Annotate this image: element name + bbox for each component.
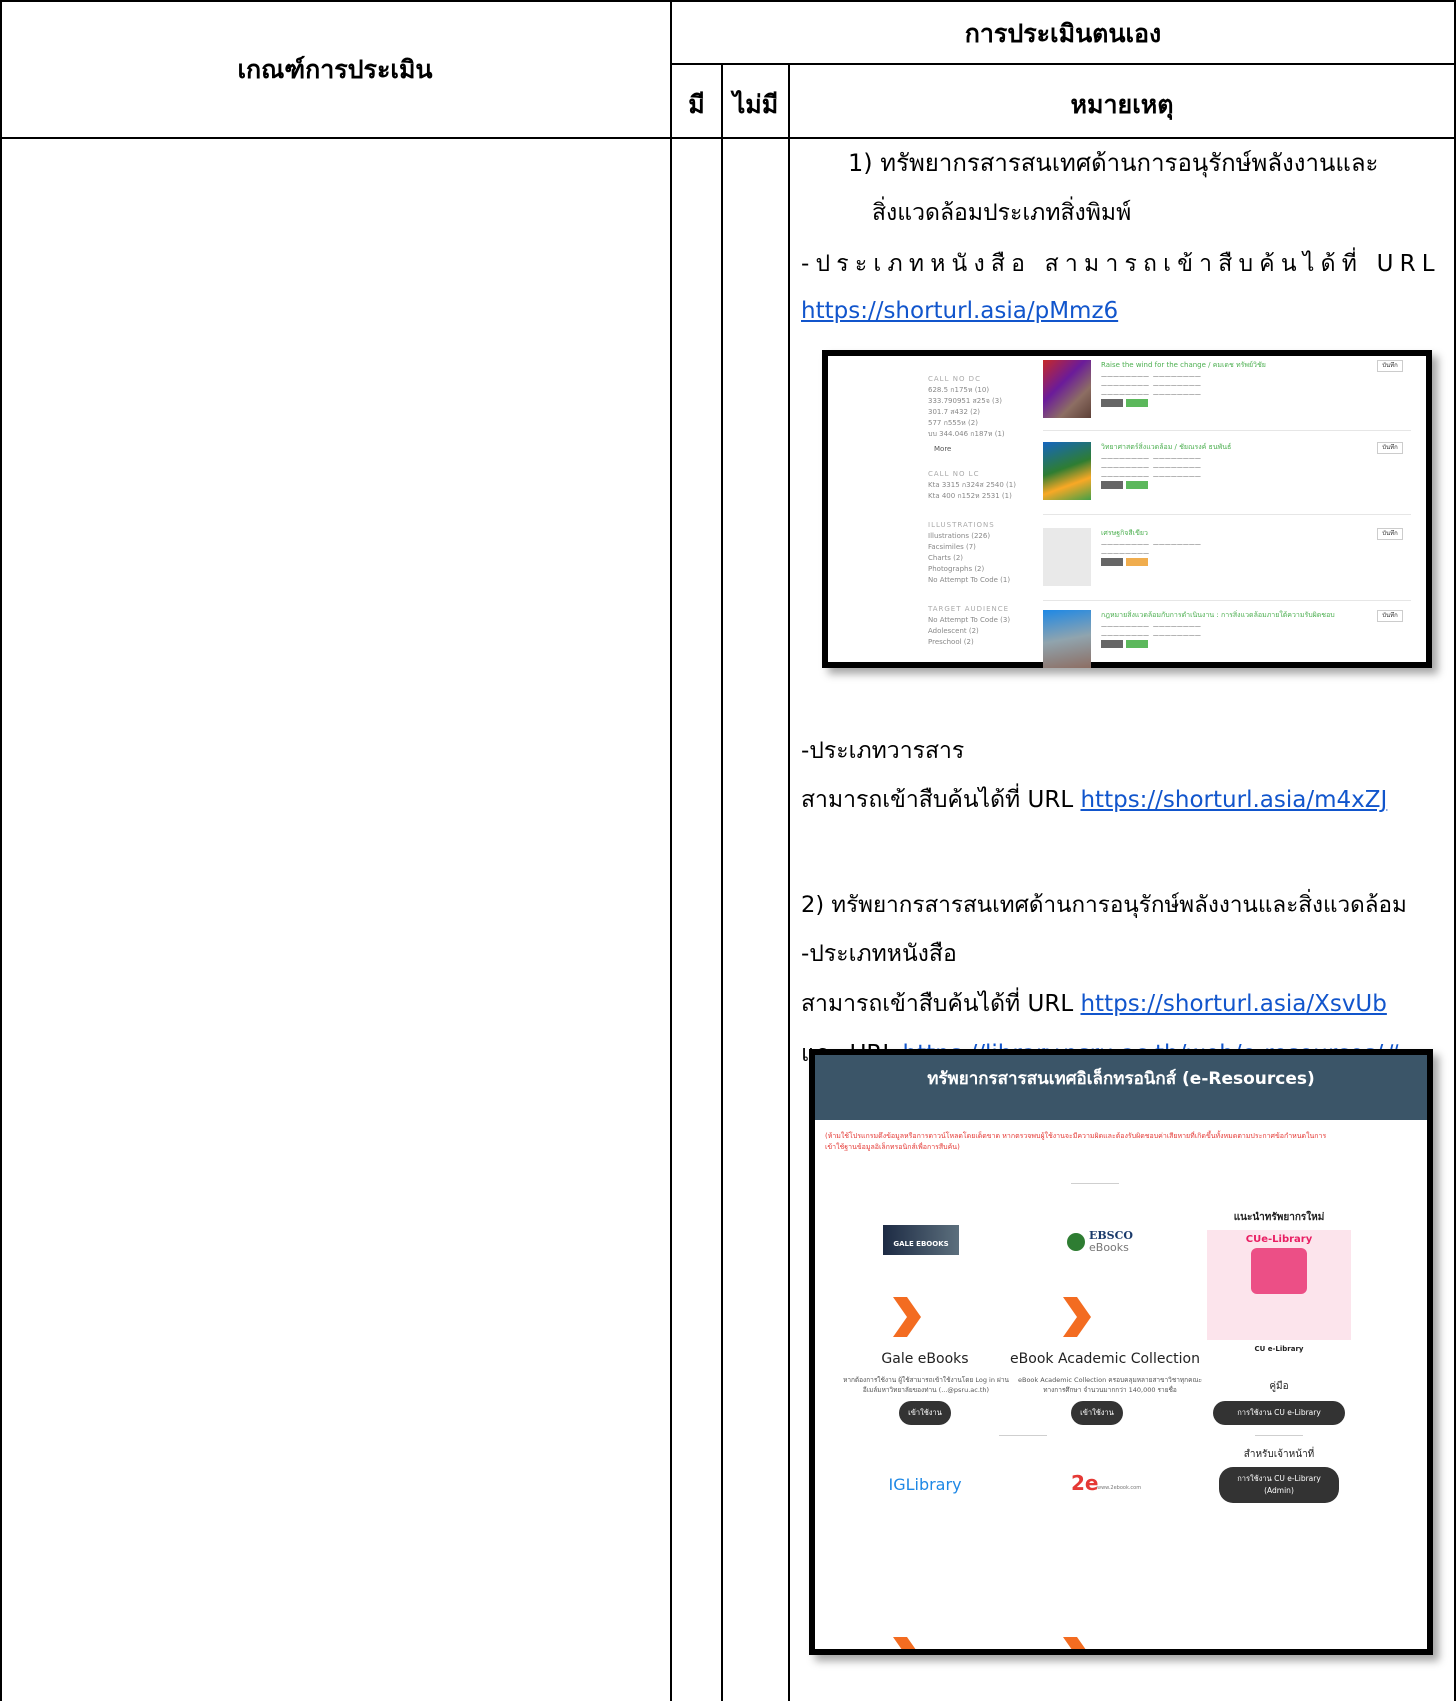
gale-enter-button[interactable]: เข้าใช้งาน <box>899 1401 951 1425</box>
facet-item[interactable]: Facsimiles (7) <box>928 542 1048 553</box>
book-cover[interactable] <box>1043 442 1091 500</box>
result-title[interactable]: Raise the wind for the change / คมเดช ทร… <box>1101 360 1266 371</box>
save-button[interactable]: บันทึก <box>1377 442 1403 454</box>
library-catalog-screenshot: CALL NO DC 628.5 ก175ห (10) 333.790951 ส… <box>822 350 1432 668</box>
chevron-right-icon <box>1063 1637 1086 1649</box>
result-divider <box>1043 514 1411 515</box>
cu-e-library-card[interactable]: CUe-Library <box>1207 1230 1351 1340</box>
header-self-evaluation: การประเมินตนเอง <box>964 19 1162 48</box>
facet-item[interactable]: บบ 344.046 ก187ห (1) <box>928 429 1048 440</box>
item2-url1-link[interactable]: https://shorturl.asia/XsvUb <box>1080 991 1386 1017</box>
chevron-right-icon <box>893 1637 916 1649</box>
section-divider <box>1071 1183 1119 1184</box>
facet-call-no-lc-header: CALL NO LC <box>928 470 980 478</box>
save-button[interactable]: บันทึก <box>1377 360 1403 372</box>
result-divider <box>1043 600 1411 601</box>
facet-item[interactable]: 301.7 ส432 (2) <box>928 407 1048 418</box>
facet-item[interactable]: 628.5 ก175ห (10) <box>928 385 1048 396</box>
facet-item[interactable]: No Attempt To Code (1) <box>928 575 1048 586</box>
result-item[interactable]: วิทยาศาสตร์สิ่งแวดล้อม / ชัยณรงค์ ธนพันธ… <box>1043 442 1403 506</box>
book-cover[interactable] <box>1043 610 1091 668</box>
table-col-divider-1 <box>670 0 672 1701</box>
book-search-text: -ประเภทหนังสือ สามารถเข้าสืบค้นได้ที่ UR… <box>801 251 1441 277</box>
cu-use-button[interactable]: การใช้งาน CU e-Library <box>1213 1401 1345 1425</box>
chevron-right-icon <box>893 1297 921 1337</box>
table-border-left <box>0 0 2 1701</box>
facet-illustrations-header: ILLUSTRATIONS <box>928 521 995 529</box>
facet-item[interactable]: Illustrations (226) <box>928 531 1048 542</box>
result-title[interactable]: เศรษฐกิจสีเขียว <box>1101 528 1148 539</box>
cu-e-library-caption: CU e-Library <box>1254 1345 1304 1353</box>
facet-item[interactable]: Adolescent (2) <box>928 626 1048 637</box>
e-resources-banner: ทรัพยากรสารสนเทศอิเล็กทรอนิกส์ (e-Resour… <box>815 1055 1427 1120</box>
header-not-have: ไม่มี <box>732 90 779 119</box>
ebsco-icon <box>1067 1233 1085 1251</box>
facet-item[interactable]: Charts (2) <box>928 553 1048 564</box>
section-divider <box>1255 1435 1303 1436</box>
cu-library-icon <box>1251 1248 1307 1294</box>
gale-ebooks-title: Gale eBooks <box>881 1351 969 1367</box>
cu-admin-button[interactable]: การใช้งาน CU e-Library (Admin) <box>1219 1467 1339 1503</box>
e-resources-screenshot: ทรัพยากรสารสนเทศอิเล็กทรอนิกส์ (e-Resour… <box>809 1049 1433 1655</box>
save-button[interactable]: บันทึก <box>1377 610 1403 622</box>
result-meta: ———————— ———————— ———————— <box>1101 540 1201 569</box>
facet-item[interactable]: Kta 3315 ก324ส 2540 (1) <box>928 480 1048 491</box>
header-remarks: หมายเหตุ <box>1070 90 1174 119</box>
result-item[interactable]: กฎหมายสิ่งแวดล้อมกับการดำเนินงาน : การสิ… <box>1043 610 1403 674</box>
item1-line2: สิ่งแวดล้อมประเภทสิ่งพิมพ์ <box>872 200 1132 226</box>
facet-item[interactable]: Kta 400 ก152ห 2531 (1) <box>928 491 1048 502</box>
ebook-enter-button[interactable]: เข้าใช้งาน <box>1071 1401 1123 1425</box>
item1-line1: 1) ทรัพยากรสารสนเทศด้านการอนุรักษ์พลังงา… <box>848 149 1379 177</box>
result-title[interactable]: วิทยาศาสตร์สิ่งแวดล้อม / ชัยณรงค์ ธนพันธ… <box>1101 442 1231 453</box>
table-col-divider-2 <box>721 63 723 1701</box>
facet-item[interactable]: No Attempt To Code (3) <box>928 615 1048 626</box>
ebsco-logo[interactable]: EBSCO eBooks <box>1067 1229 1151 1259</box>
book-cover[interactable] <box>1043 360 1091 418</box>
header-have: มี <box>688 90 705 119</box>
facet-item[interactable]: Preschool (2) <box>928 637 1048 648</box>
2ebook-logo[interactable]: 2e www.2ebook.com <box>1071 1471 1151 1499</box>
result-meta: ———————— ———————— ———————— ———————— ——————… <box>1101 372 1201 410</box>
facet-item[interactable]: Photographs (2) <box>928 564 1048 575</box>
journal-search-text: สามารถเข้าสืบค้นได้ที่ URL <box>801 787 1074 813</box>
new-resources-heading: แนะนำทรัพยากรใหม่ <box>1233 1212 1325 1223</box>
section-divider <box>999 1435 1047 1436</box>
image-placeholder-icon <box>1043 528 1091 586</box>
journal-label: -ประเภทวารสาร <box>801 738 965 764</box>
ebook-academic-title: eBook Academic Collection <box>1010 1351 1200 1367</box>
save-button[interactable]: บันทึก <box>1377 528 1403 540</box>
chevron-right-icon <box>1063 1297 1091 1337</box>
gale-ebooks-desc: หากต้องการใช้งาน ผู้ใช้สามารถเข้าใช้งานโ… <box>843 1376 1009 1394</box>
result-item[interactable]: เศรษฐกิจสีเขียว ———————— ———————— ———————… <box>1043 528 1403 592</box>
result-meta: ———————— ———————— ———————— ———————— ——————… <box>1101 454 1201 492</box>
table-header-bottom <box>0 137 1456 139</box>
table-col-divider-3 <box>788 63 790 1701</box>
item2-line1: 2) ทรัพยากรสารสนเทศด้านการอนุรักษ์พลังงา… <box>801 892 1407 918</box>
facet-call-no-header: CALL NO DC <box>928 375 981 383</box>
result-title[interactable]: กฎหมายสิ่งแวดล้อมกับการดำเนินงาน : การสิ… <box>1101 610 1335 621</box>
result-item[interactable]: Raise the wind for the change / คมเดช ทร… <box>1043 360 1403 424</box>
result-meta: ———————— ———————— ———————— ———————— <box>1101 622 1201 651</box>
facet-more-link[interactable]: More <box>928 444 1048 455</box>
facet-audience-header: TARGET AUDIENCE <box>928 605 1010 613</box>
2e-logo-icon: 2e <box>1071 1471 1099 1495</box>
header-criteria: เกณฑ์การประเมิน <box>237 55 433 84</box>
facet-item[interactable]: 333.790951 ส25จ (3) <box>928 396 1048 407</box>
item2-search-line: สามารถเข้าสืบค้นได้ที่ URL https://short… <box>801 987 1387 1021</box>
for-staff-heading: สำหรับเจ้าหน้าที่ <box>1243 1449 1315 1460</box>
ig-library-logo[interactable]: IGLibrary <box>875 1475 975 1499</box>
item2-book-label: -ประเภทหนังสือ <box>801 941 957 967</box>
result-divider <box>1043 430 1411 431</box>
table-border-top <box>0 0 1456 2</box>
ebook-academic-desc: eBook Academic Collection ครอบคลุมหลายสา… <box>1018 1376 1202 1394</box>
manual-heading: คู่มือ <box>1269 1381 1289 1392</box>
item2-search-text: สามารถเข้าสืบค้นได้ที่ URL <box>801 991 1074 1017</box>
book-url-link[interactable]: https://shorturl.asia/pMmz6 <box>801 294 1118 328</box>
facet-item[interactable]: 577 ก555ห (2) <box>928 418 1048 429</box>
usage-notice: (ห้ามใช้โปรแกรมดึงข้อมูลหรือการดาวน์โหลด… <box>825 1132 1327 1151</box>
catalog-facet-sidebar: CALL NO DC 628.5 ก175ห (10) 333.790951 ส… <box>928 374 1048 648</box>
journal-search-line: สามารถเข้าสืบค้นได้ที่ URL https://short… <box>801 783 1387 817</box>
journal-url-link[interactable]: https://shorturl.asia/m4xZJ <box>1080 787 1387 813</box>
gale-logo[interactable]: GALE EBOOKS <box>883 1225 959 1255</box>
